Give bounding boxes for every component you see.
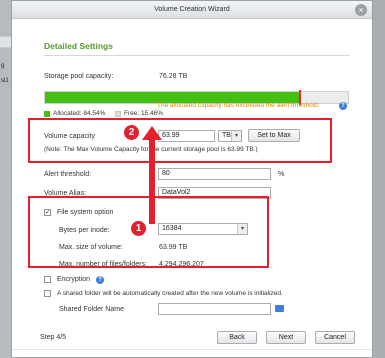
footer-divider <box>12 349 372 350</box>
annotation-marker-2: 2 <box>124 125 139 140</box>
next-button[interactable]: Next <box>266 331 306 344</box>
background-edge-text: sl1 <box>1 78 9 84</box>
alert-threshold-label: Alert threshold: <box>44 171 92 178</box>
annotation-box-2 <box>28 118 332 163</box>
volume-creation-wizard-dialog: Volume Creation Wizard × Detailed Settin… <box>11 0 373 358</box>
close-icon[interactable]: × <box>355 4 367 16</box>
annotation-arrow <box>142 126 162 224</box>
dialog-title: Volume Creation Wizard <box>154 6 230 13</box>
annotation-marker-1: 1 <box>131 221 146 236</box>
allocated-legend-label: Allocated: 84.54% <box>53 110 106 117</box>
step-indicator: Step 4/5 <box>40 334 67 341</box>
shared-folder-name-label: Shared Folder Name <box>59 306 124 313</box>
help-icon[interactable]: ? <box>96 276 104 284</box>
encryption-checkbox[interactable] <box>44 276 51 283</box>
background-tab <box>0 36 11 48</box>
help-icon[interactable]: ? <box>339 102 347 110</box>
background-edge-text: g <box>1 63 5 69</box>
shared-folder-label: A shared folder will be automatically cr… <box>57 290 283 297</box>
allocated-legend-swatch <box>44 111 50 117</box>
alert-threshold-warning: The allocated capacity has exceeded the … <box>157 102 320 109</box>
storage-pool-capacity-label: Storage pool capacity: <box>44 73 114 80</box>
section-divider <box>44 55 350 56</box>
section-title: Detailed Settings <box>44 41 113 51</box>
dialog-titlebar[interactable]: Volume Creation Wizard × <box>12 1 372 19</box>
shared-folder-name-input[interactable] <box>158 303 271 315</box>
encryption-label: Encryption <box>57 276 91 283</box>
shared-folder-checkbox[interactable] <box>44 290 51 297</box>
background-app-left <box>0 0 11 358</box>
cancel-button[interactable]: Cancel <box>315 331 355 344</box>
alert-threshold-unit: % <box>278 171 285 178</box>
free-legend-swatch <box>115 111 121 117</box>
alert-threshold-input[interactable]: 80 <box>158 168 271 180</box>
free-legend-label: Free: 15.46% <box>124 110 164 117</box>
background-app-right <box>373 0 385 358</box>
storage-pool-capacity-value: 76.28 TB <box>159 73 188 80</box>
folder-icon[interactable] <box>275 305 284 312</box>
back-button[interactable]: Back <box>217 331 257 344</box>
